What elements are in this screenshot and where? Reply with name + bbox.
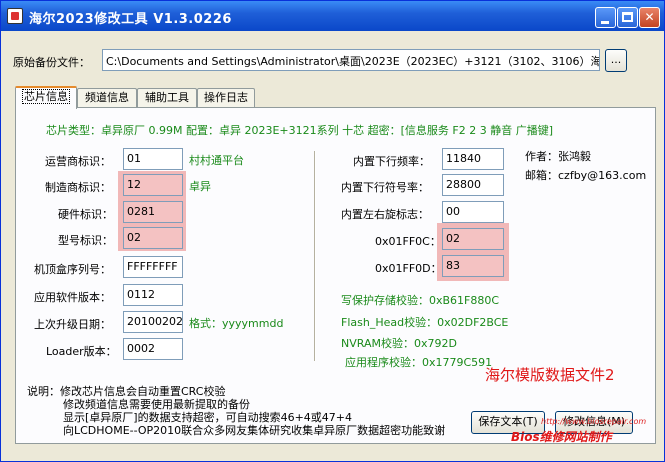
- hw-label: 硬件标识：: [58, 208, 113, 221]
- minimize-button[interactable]: [595, 7, 616, 28]
- watermark-text: 海尔模版数据文件2: [485, 366, 615, 384]
- operator-label: 运营商标识：: [45, 155, 111, 168]
- bios-logo: Bios维修网站制作: [511, 430, 612, 444]
- serial-label: 机顶盒序列号：: [34, 263, 111, 276]
- maximize-icon: [622, 12, 633, 22]
- symrate-field[interactable]: 28800: [442, 174, 504, 196]
- model-label: 型号标识：: [58, 234, 113, 247]
- polarity-field[interactable]: 00: [442, 201, 504, 223]
- polarity-label: 内置左右旋标志：: [341, 208, 429, 221]
- maker-label: 制造商标识：: [45, 181, 111, 194]
- tab-channel-info[interactable]: 频道信息: [77, 88, 137, 108]
- window-title: 海尔2023修改工具 V1.3.0226: [29, 12, 232, 27]
- ff0c-label: 0x01FF0C：: [375, 235, 441, 248]
- backup-file-label: 原始备份文件：: [13, 56, 90, 69]
- checksum-app: 应用程序校验：0x1779C591: [345, 356, 493, 369]
- tab-chip-info[interactable]: 芯片信息: [15, 86, 77, 109]
- tab-tools[interactable]: 辅助工具: [137, 88, 197, 108]
- upgrade-date-label: 上次升级日期：: [34, 318, 111, 331]
- serial-field[interactable]: FFFFFFFF: [123, 256, 183, 278]
- main-window: 海尔2023修改工具 V1.3.0226 ✕ 原始备份文件： C:\Docume…: [0, 0, 665, 462]
- chip-summary: 芯片类型：卓异原厂 0.99M 配置：卓异 2023E+3121系列 十芯 超密…: [46, 124, 554, 137]
- symrate-label: 内置下行符号率：: [341, 181, 429, 194]
- maker-field[interactable]: 12: [123, 174, 183, 196]
- hw-field[interactable]: 0281: [123, 201, 183, 223]
- tab-strip: 芯片信息 频道信息 辅助工具 操作日志: [15, 86, 655, 109]
- operator-note: 村村通平台: [189, 154, 244, 167]
- minimize-icon: [601, 21, 609, 24]
- ff0c-field[interactable]: 02: [442, 228, 504, 250]
- tab-chip-info-label: 芯片信息: [22, 89, 70, 104]
- backup-path-field[interactable]: C:\Documents and Settings\Administrator\…: [102, 49, 600, 71]
- close-button[interactable]: ✕: [639, 7, 660, 28]
- browse-button[interactable]: ...: [605, 49, 627, 72]
- title-bar[interactable]: 海尔2023修改工具 V1.3.0226 ✕: [1, 1, 664, 31]
- ff0d-field[interactable]: 83: [442, 255, 504, 277]
- column-divider: [314, 151, 316, 361]
- checksum-wp: 写保护存储校验：0xB61F880C: [341, 294, 500, 307]
- checksum-flash: Flash_Head校验：0x02DF2BCE: [341, 316, 509, 329]
- app-version-label: 应用软件版本：: [34, 291, 111, 304]
- loader-label: Loader版本：: [46, 345, 117, 358]
- maker-note: 卓异: [189, 180, 211, 193]
- tab-log[interactable]: 操作日志: [197, 88, 255, 108]
- freq-field[interactable]: 11840: [442, 148, 504, 170]
- maximize-button[interactable]: [617, 7, 638, 28]
- upgrade-date-field[interactable]: 20100202: [123, 311, 183, 333]
- model-field[interactable]: 02: [123, 227, 183, 249]
- ff0d-label: 0x01FF0D：: [375, 262, 442, 275]
- author-text: 作者：张鸿毅: [525, 150, 591, 163]
- app-version-field[interactable]: 0112: [123, 284, 183, 306]
- operator-field[interactable]: 01: [123, 148, 183, 170]
- email-text: 邮箱：czfby@163.com: [525, 169, 647, 182]
- freq-label: 内置下行频率：: [353, 155, 430, 168]
- note-line-4: 向LCDHOME--OP2010联合众多网友集体研究收集卓异原厂数据超密功能致谢: [63, 424, 446, 437]
- close-icon: ✕: [644, 10, 655, 24]
- loader-field[interactable]: 0002: [123, 338, 183, 360]
- app-icon: [7, 8, 23, 24]
- checksum-nvram: NVRAM校验：0x792D: [341, 337, 457, 350]
- upgrade-date-note: 格式：yyyymmdd: [189, 317, 284, 330]
- bios-url: http://www.biosrepair.com: [541, 417, 647, 426]
